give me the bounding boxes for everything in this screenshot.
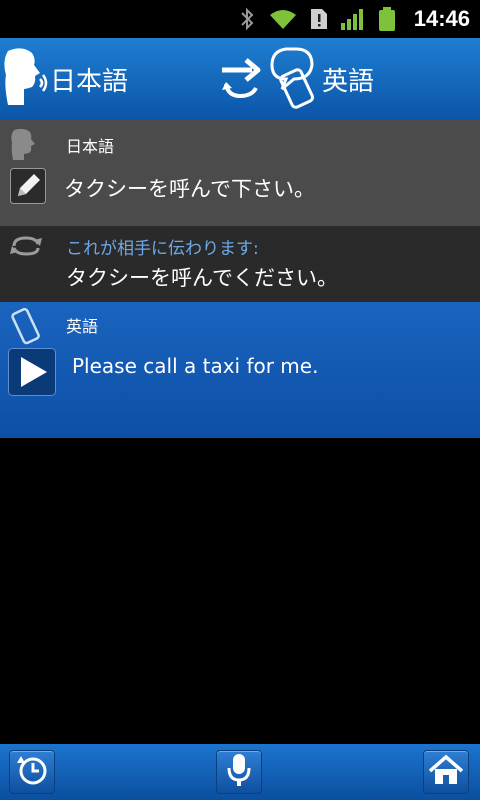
phone-speech-icon (268, 45, 322, 113)
status-bar: 14:46 (0, 0, 480, 38)
target-panel: 英語 Please call a taxi for me. (0, 302, 480, 438)
microphone-icon (224, 752, 254, 792)
signal-icon (340, 7, 366, 31)
home-icon (428, 753, 464, 791)
back-translation-label: これが相手に伝わります: (66, 239, 259, 259)
history-icon (15, 753, 49, 791)
swap-arrows-icon[interactable] (218, 56, 266, 106)
back-translation-panel: これが相手に伝わります: タクシーを呼んでください。 (0, 226, 480, 302)
bottom-bar (0, 744, 480, 800)
sync-arrows-icon (8, 234, 44, 262)
speaking-head-small-icon (10, 127, 40, 165)
pencil-icon[interactable] (10, 168, 46, 208)
target-language-name: 英語 (66, 317, 99, 336)
wifi-icon (268, 7, 298, 31)
alert-icon (310, 7, 328, 31)
battery-icon (378, 6, 396, 32)
phone-icon (10, 307, 42, 350)
speaking-head-icon (2, 45, 50, 113)
home-button[interactable] (423, 750, 469, 794)
source-language-name: 日本語 (66, 137, 115, 156)
language-header: 日本語 英語 (0, 38, 480, 120)
play-icon[interactable] (8, 348, 56, 400)
history-button[interactable] (9, 750, 55, 794)
source-language-label: 日本語 (50, 66, 129, 97)
microphone-button[interactable] (216, 750, 262, 794)
target-language-label: 英語 (322, 66, 375, 97)
translated-text[interactable]: Please call a taxi for me. (72, 354, 318, 378)
bluetooth-icon (238, 7, 256, 31)
source-text[interactable]: タクシーを呼んで下さい。 (64, 173, 315, 203)
source-panel: 日本語 タクシーを呼んで下さい。 (0, 120, 480, 226)
target-language-selector[interactable]: 英語 (268, 38, 374, 120)
status-time: 14:46 (413, 6, 470, 31)
source-language-selector[interactable]: 日本語 (0, 38, 128, 120)
back-translation-text: タクシーを呼んでください。 (66, 266, 338, 290)
